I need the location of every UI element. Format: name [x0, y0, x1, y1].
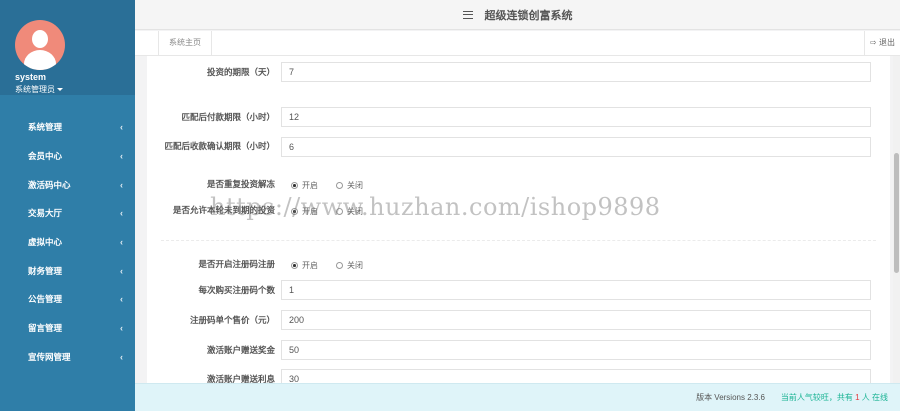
allow-unexpired-radio-group: 开启 关闭: [291, 206, 363, 217]
sidebar-item-virtual-center[interactable]: 虚拟中心 ‹: [0, 228, 135, 257]
avatar-head: [32, 30, 48, 48]
radio-label: 关闭: [347, 261, 363, 270]
online-count: 1: [855, 393, 860, 402]
sidebar: system 系统管理员 系统管理 ‹ 会员中心 ‹ 激活码中心 ‹ 交易大厅 ‹ 虚拟…: [0, 0, 135, 411]
section-divider: [161, 240, 876, 241]
chevron-left-icon: ‹: [120, 122, 123, 133]
reg-code-on-radio[interactable]: 开启: [291, 260, 318, 271]
sidebar-item-label: 宣传网管理: [28, 351, 71, 362]
buy-count-label: 每次购买注册码个数: [198, 285, 275, 295]
reg-code-off-radio[interactable]: 关闭: [336, 260, 363, 271]
radio-checked-icon: [291, 208, 298, 215]
user-name: system: [15, 72, 47, 82]
logout-icon: ⇨: [870, 38, 877, 47]
avatar-body: [24, 50, 56, 70]
pay-deadline-label: 匹配后付款期限（小时）: [181, 112, 275, 122]
tab-scroll-left-button[interactable]: [135, 31, 159, 55]
sidebar-item-system[interactable]: 系统管理 ‹: [0, 113, 135, 142]
scrollbar-thumb[interactable]: [894, 153, 899, 273]
caret-down-icon: [57, 88, 63, 92]
reg-code-radio-group: 开启 关闭: [291, 260, 363, 271]
radio-unchecked-icon: [336, 262, 343, 269]
radio-label: 开启: [302, 207, 318, 216]
buy-count-input[interactable]: 1: [281, 280, 871, 300]
hamburger-menu-icon[interactable]: [462, 10, 473, 19]
chevron-left-icon: ‹: [120, 179, 123, 190]
invest-period-input[interactable]: 7: [281, 62, 871, 82]
logout-label: 退出: [878, 38, 895, 47]
chevron-left-icon: ‹: [120, 151, 123, 162]
sidebar-item-label: 公告管理: [28, 294, 63, 305]
online-prefix: 当前人气较旺，共有: [780, 393, 853, 402]
allow-unexpired-off-radio[interactable]: 关闭: [336, 206, 363, 217]
sidebar-item-label: 系统管理: [28, 122, 63, 133]
tab-home[interactable]: 系统主页: [159, 31, 212, 55]
radio-unchecked-icon: [336, 182, 343, 189]
invest-period-label: 投资的期限（天）: [206, 67, 275, 77]
chevron-left-icon: ‹: [120, 351, 123, 362]
allow-unexpired-label: 是否允许本轮未到期的投资: [172, 205, 275, 215]
radio-unchecked-icon: [336, 208, 343, 215]
code-price-label: 注册码单个售价（元）: [189, 315, 275, 325]
radio-label: 开启: [302, 261, 318, 270]
sidebar-item-messages[interactable]: 留言管理 ‹: [0, 314, 135, 343]
radio-label: 开启: [302, 181, 318, 190]
sidebar-item-label: 财务管理: [28, 265, 63, 276]
chevron-left-icon: ‹: [120, 265, 123, 276]
repeat-thaw-off-radio[interactable]: 关闭: [336, 180, 363, 191]
user-profile: system 系统管理员: [0, 0, 135, 95]
user-role-dropdown[interactable]: 系统管理员: [15, 84, 63, 95]
confirm-deadline-label: 匹配后收款确认期限（小时）: [164, 141, 275, 151]
radio-label: 关闭: [347, 207, 363, 216]
top-header: 超级连锁创富系统: [135, 0, 900, 30]
repeat-thaw-label: 是否重复投资解冻: [206, 179, 275, 189]
app-title: 超级连锁创富系统: [484, 9, 573, 22]
sidebar-item-activation-codes[interactable]: 激活码中心 ‹: [0, 170, 135, 199]
activate-interest-input[interactable]: 30: [281, 369, 871, 383]
logout-button[interactable]: ⇨ 退出: [864, 31, 900, 55]
user-role: 系统管理员: [15, 85, 55, 94]
content-scrollbar[interactable]: [893, 56, 900, 383]
sidebar-item-label: 激活码中心: [28, 179, 71, 190]
repeat-thaw-radio-group: 开启 关闭: [291, 180, 363, 191]
online-suffix: 人 在线: [861, 393, 888, 402]
sidebar-item-promo-site[interactable]: 宣传网管理 ‹: [0, 343, 135, 372]
confirm-deadline-input[interactable]: 6: [281, 137, 871, 157]
version-text: 版本 Versions 2.3.6: [696, 393, 765, 402]
radio-label: 关闭: [347, 181, 363, 190]
repeat-thaw-on-radio[interactable]: 开启: [291, 180, 318, 191]
chevron-left-icon: ‹: [120, 294, 123, 305]
sidebar-item-members[interactable]: 会员中心 ‹: [0, 142, 135, 171]
code-price-input[interactable]: 200: [281, 310, 871, 330]
sidebar-item-label: 会员中心: [28, 151, 63, 162]
settings-form: 投资的期限（天） 7 匹配后付款期限（小时） 12 匹配后收款确认期限（小时） …: [147, 56, 890, 383]
radio-checked-icon: [291, 262, 298, 269]
reg-code-label: 是否开启注册码注册: [198, 259, 275, 269]
footer: 版本 Versions 2.3.6 当前人气较旺，共有 1 人 在线: [135, 383, 900, 411]
sidebar-item-label: 交易大厅: [28, 208, 63, 219]
chevron-left-icon: ‹: [120, 237, 123, 248]
allow-unexpired-on-radio[interactable]: 开启: [291, 206, 318, 217]
chevron-left-icon: ‹: [120, 208, 123, 219]
avatar[interactable]: [15, 20, 65, 70]
sidebar-item-finance[interactable]: 财务管理 ‹: [0, 256, 135, 285]
radio-checked-icon: [291, 182, 298, 189]
sidebar-item-label: 虚拟中心: [28, 237, 63, 248]
tab-bar: 系统主页 ⇨ 退出: [135, 31, 900, 56]
activate-interest-label: 激活账户赠送利息: [206, 374, 275, 383]
pay-deadline-input[interactable]: 12: [281, 107, 871, 127]
activate-bonus-label: 激活账户赠送奖金: [206, 345, 275, 355]
sidebar-menu: 系统管理 ‹ 会员中心 ‹ 激活码中心 ‹ 交易大厅 ‹ 虚拟中心 ‹ 财务管理 ‹ 公告管…: [0, 113, 135, 371]
activate-bonus-input[interactable]: 50: [281, 340, 871, 360]
sidebar-item-trading-hall[interactable]: 交易大厅 ‹: [0, 199, 135, 228]
chevron-left-icon: ‹: [120, 323, 123, 334]
sidebar-item-label: 留言管理: [28, 323, 63, 334]
sidebar-item-announcements[interactable]: 公告管理 ‹: [0, 285, 135, 314]
online-status: 当前人气较旺，共有 1 人 在线: [781, 392, 888, 403]
